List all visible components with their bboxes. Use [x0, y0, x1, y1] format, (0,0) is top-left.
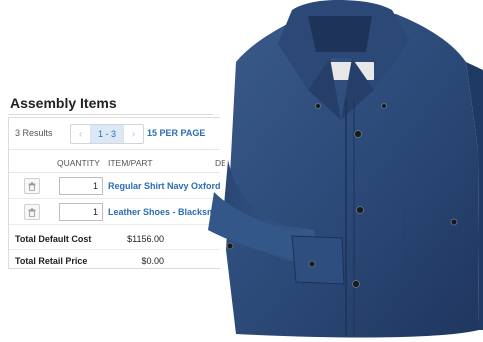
page-range[interactable]: 1 - 3	[91, 125, 123, 143]
total-label: Total Retail Price	[15, 256, 88, 266]
total-value: $0.00	[141, 256, 164, 266]
total-retail-price-row: Total Retail Price $0.00	[9, 250, 220, 272]
chevron-left-icon: ‹	[78, 128, 83, 140]
delete-row-button[interactable]	[24, 178, 40, 194]
table-header: QUANTITY ITEM/PART DE	[9, 151, 225, 173]
title-divider	[8, 114, 213, 115]
trash-icon	[28, 207, 36, 217]
results-count: 3 Results	[15, 128, 53, 138]
quantity-input[interactable]	[59, 203, 103, 221]
table-row: Regular Shirt Navy Oxford	[9, 174, 220, 199]
panel-title: Assembly Items	[10, 95, 117, 111]
assembly-items-card: 3 Results ‹ 1 - 3 › 15 PER PAGE QUANTITY…	[8, 117, 225, 272]
trash-icon	[28, 181, 36, 191]
total-default-cost-row: Total Default Cost $1156.00	[9, 228, 220, 250]
column-header-quantity[interactable]: QUANTITY	[57, 158, 100, 168]
total-label: Total Default Cost	[15, 234, 92, 244]
shirt-product-photo	[208, 0, 483, 338]
results-toolbar: 3 Results ‹ 1 - 3 › 15 PER PAGE	[9, 118, 220, 150]
prev-page-button[interactable]: ‹	[71, 125, 91, 143]
total-value: $1156.00	[127, 234, 164, 244]
quantity-input[interactable]	[59, 177, 103, 195]
pagination: ‹ 1 - 3 ›	[70, 124, 144, 144]
chevron-right-icon: ›	[131, 128, 136, 140]
column-header-item-part[interactable]: ITEM/PART	[108, 158, 153, 168]
table-row: Leather Shoes - Blacksmith	[9, 200, 220, 225]
delete-row-button[interactable]	[24, 204, 40, 220]
next-page-button[interactable]: ›	[123, 125, 143, 143]
